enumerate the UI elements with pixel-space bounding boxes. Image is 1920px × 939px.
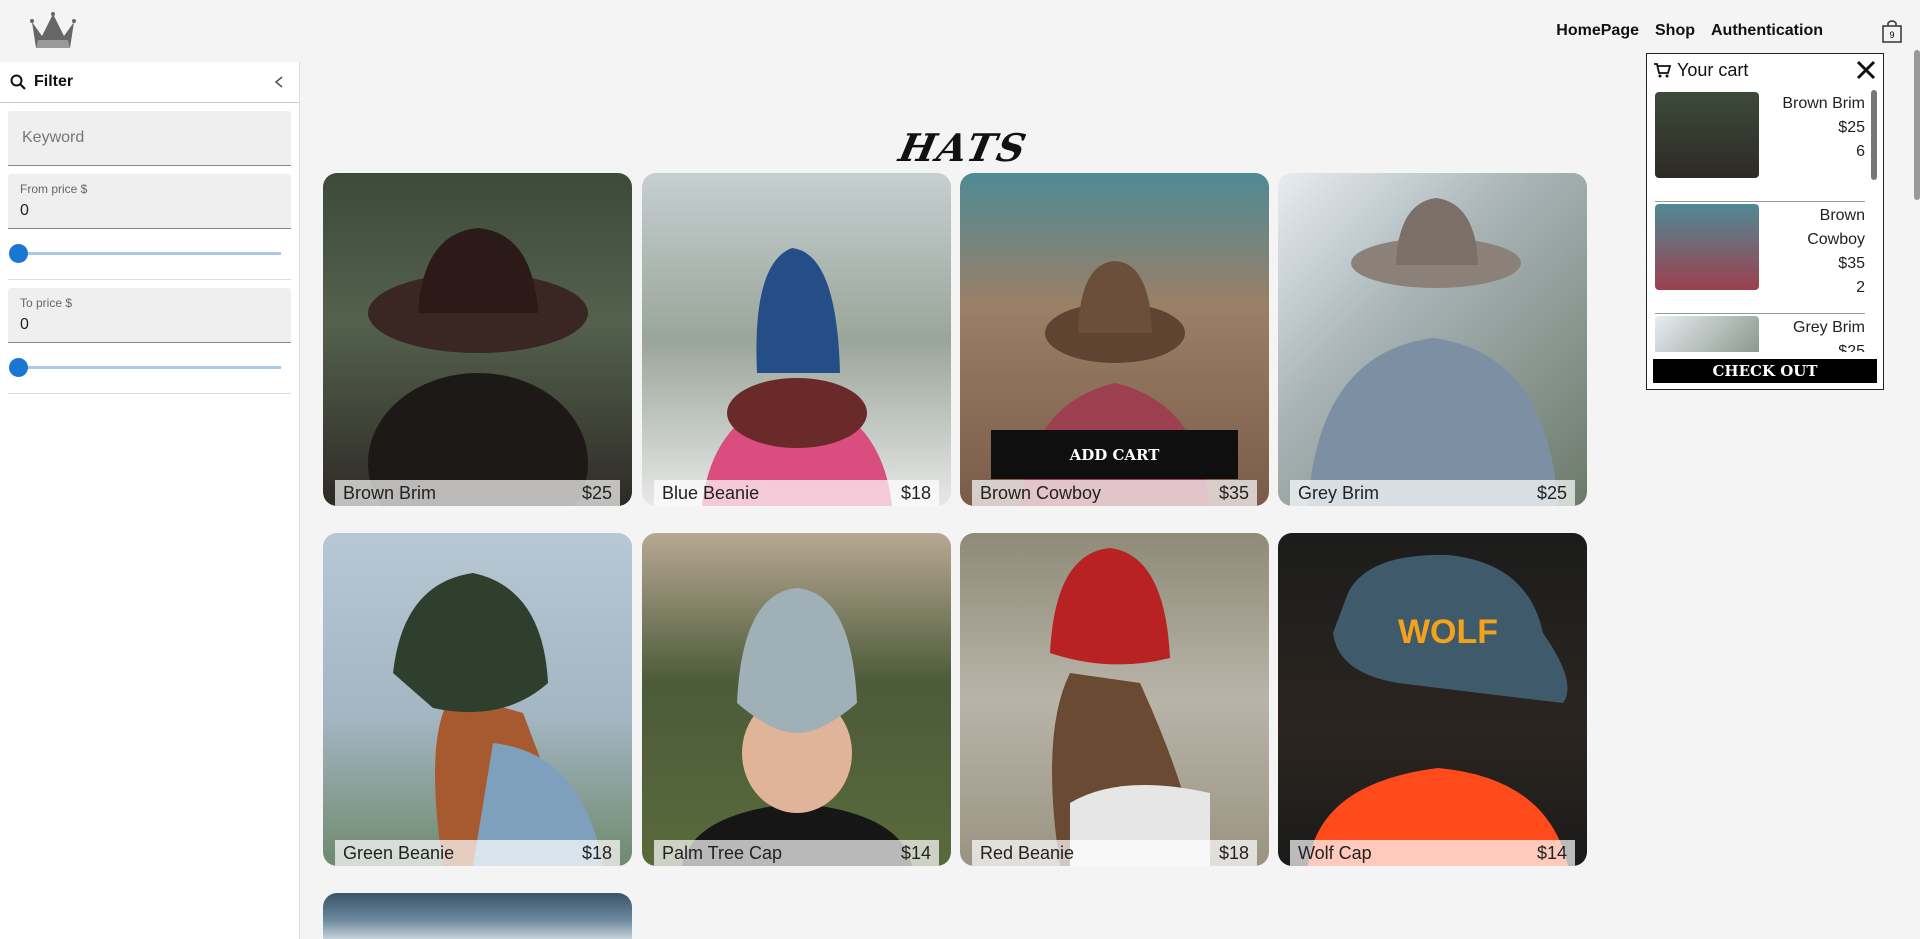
to-price-input[interactable]: 0 [20,316,279,334]
product-price: $25 [1536,482,1567,503]
cart-title: Your cart [1677,59,1749,80]
cart-count: 9 [1889,30,1894,40]
cart-item-info: Brown Cowboy $35 2 [1765,204,1865,313]
product-image [323,533,632,866]
product-card[interactable]: Brown Brim $25 [323,173,632,506]
product-price: $18 [900,482,931,503]
cart-item-price: $35 [1838,255,1865,272]
cart-icon [1654,63,1671,78]
from-price-slider[interactable] [8,229,291,280]
nav-homepage-link[interactable]: HomePage [1556,22,1639,40]
product-price: $35 [1218,482,1249,503]
cart-item: Grey Brim $25 [1655,314,1865,352]
product-card[interactable]: Green Beanie $18 [323,533,632,866]
product-image: WOLF [1278,533,1587,866]
page-scrollbar[interactable] [1914,50,1920,200]
filter-sidebar: Filter From price $ 0 To price $ 0 [0,62,300,939]
shopping-bag-icon[interactable]: 9 [1880,18,1904,44]
from-price-field[interactable]: From price $ 0 [8,174,291,229]
product-image [960,533,1269,866]
product-card[interactable]: WOLF Wolf Cap $14 [1278,533,1587,866]
cart-item-thumbnail [1655,92,1759,178]
chevron-left-icon [274,76,283,88]
cart-item-thumbnail [1655,316,1759,352]
product-card[interactable]: Grey Brim $25 [1278,173,1587,506]
to-price-label: To price $ [20,296,73,310]
cart-dropdown: Your cart Brown Brim $25 6 Brown Cowboy … [1646,53,1884,390]
product-card[interactable]: Red Beanie $18 [960,533,1269,866]
search-icon [10,74,26,90]
svg-text:WOLF: WOLF [1398,613,1498,651]
product-caption: Palm Tree Cap $14 [654,840,939,866]
cart-item-info: Grey Brim $25 [1765,316,1865,352]
product-name: Red Beanie [980,842,1075,863]
slider-thumb[interactable] [9,358,28,377]
cart-item-thumbnail [1655,204,1759,290]
product-price: $25 [581,482,612,503]
keyword-field [8,111,291,166]
to-price-field[interactable]: To price $ 0 [8,288,291,343]
product-caption: Brown Brim $25 [335,480,620,506]
product-image [642,173,951,506]
cart-item-price: $25 [1838,343,1865,352]
product-price: $18 [581,842,612,863]
product-caption: Green Beanie $18 [335,840,620,866]
cart-item-list[interactable]: Brown Brim $25 6 Brown Cowboy $35 2 Grey… [1655,90,1865,352]
from-price-label: From price $ [20,182,88,196]
slider-track [18,366,281,369]
product-image [323,893,632,939]
filter-header: Filter [0,62,299,103]
nav-authentication-link[interactable]: Authentication [1711,22,1823,40]
cart-item-name: Grey Brim [1793,319,1865,336]
from-price-input[interactable]: 0 [20,202,279,220]
cart-item: Brown Brim $25 6 [1655,90,1865,202]
to-price-slider[interactable] [8,343,291,394]
cart-item: Brown Cowboy $35 2 [1655,202,1865,314]
product-caption: Blue Beanie $18 [654,480,939,506]
product-image [642,533,951,866]
product-card[interactable]: Palm Tree Cap $14 [642,533,951,866]
checkout-button[interactable]: CHECK OUT [1653,359,1877,383]
product-name: Green Beanie [343,842,455,863]
product-name: Wolf Cap [1298,842,1372,863]
slider-thumb[interactable] [9,244,28,263]
cart-item-qty: 2 [1856,279,1865,296]
cart-item-name: Brown Brim [1782,95,1865,112]
cart-scrollbar[interactable] [1871,90,1877,180]
nav-shop-link[interactable]: Shop [1655,22,1695,40]
cart-item-name: Brown Cowboy [1807,207,1865,248]
product-caption: Red Beanie $18 [972,840,1257,866]
product-card[interactable]: ADD CART Brown Cowboy $35 [960,173,1269,506]
product-name: Brown Cowboy [980,482,1102,503]
collapse-sidebar-button[interactable] [269,72,289,92]
cart-item-qty: 6 [1856,143,1865,160]
product-name: Brown Brim [343,482,437,503]
page-title: HATS [895,125,1032,171]
product-caption: Brown Cowboy $35 [972,480,1257,506]
main-nav: HomePage Shop Authentication [1556,22,1823,40]
product-price: $14 [1536,842,1567,863]
product-card[interactable] [323,893,632,939]
product-image [323,173,632,506]
product-price: $18 [1218,842,1249,863]
keyword-input[interactable] [20,128,279,148]
cart-header: Your cart [1647,54,1883,86]
product-name: Grey Brim [1298,482,1379,503]
product-price: $14 [900,842,931,863]
crown-logo-icon[interactable] [28,10,78,52]
add-cart-button[interactable]: ADD CART [991,430,1238,479]
cart-item-info: Brown Brim $25 6 [1765,92,1865,201]
product-card[interactable]: Blue Beanie $18 [642,173,951,506]
product-caption: Wolf Cap $14 [1290,840,1575,866]
filter-title: Filter [34,73,74,90]
product-caption: Grey Brim $25 [1290,480,1575,506]
slider-track [18,252,281,255]
close-icon[interactable] [1855,59,1877,81]
cart-item-price: $25 [1838,119,1865,136]
product-image [1278,173,1587,506]
product-name: Blue Beanie [662,482,760,503]
product-name: Palm Tree Cap [662,842,783,863]
